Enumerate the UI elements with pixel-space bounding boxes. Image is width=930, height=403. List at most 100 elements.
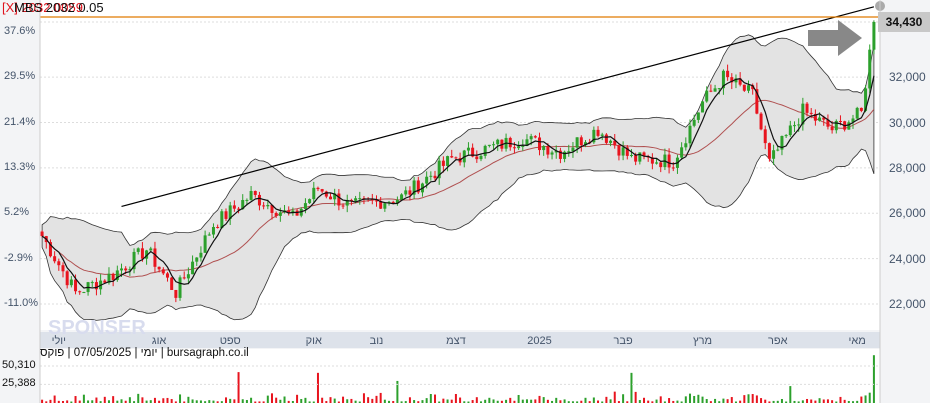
volume-bar	[701, 396, 704, 403]
volume-bar	[705, 399, 708, 403]
candle-body	[546, 146, 550, 155]
volume-bar	[170, 399, 173, 403]
volume-bar	[622, 394, 625, 403]
volume-bar	[563, 399, 566, 403]
candle-body	[153, 248, 157, 267]
candle-body	[425, 176, 429, 184]
volume-bar	[141, 397, 144, 403]
candle-body	[120, 268, 124, 271]
price-tick-label: 24,000	[889, 251, 926, 266]
volume-bar	[270, 393, 273, 403]
candle-body	[207, 234, 211, 236]
volume-bar	[860, 396, 863, 403]
volume-bar	[333, 398, 336, 403]
candle-body	[124, 268, 128, 271]
volume-bar	[408, 397, 411, 403]
volume-bar	[714, 398, 717, 403]
candle-body	[74, 279, 78, 292]
candle-body	[692, 119, 696, 126]
candle-body	[818, 117, 822, 121]
volume-bar	[872, 355, 875, 403]
volume-bar	[120, 399, 123, 403]
volume-bar	[137, 393, 140, 403]
volume-bar	[266, 395, 269, 403]
volume-bar	[659, 396, 662, 403]
candle-body	[705, 90, 709, 102]
volume-bar	[743, 395, 746, 403]
volume-bar	[693, 395, 696, 403]
volume-bar	[237, 372, 240, 403]
candle-body	[701, 101, 705, 113]
volume-bar	[229, 398, 232, 403]
volume-bar	[730, 397, 733, 403]
volume-bar	[316, 372, 319, 403]
month-label: מאי	[848, 335, 866, 347]
candle-body	[65, 271, 69, 286]
candle-body	[680, 147, 684, 158]
volume-bar	[429, 394, 432, 403]
volume-bar	[329, 397, 332, 403]
price-tick-label: 22,000	[889, 297, 926, 311]
candle-body	[759, 113, 763, 130]
volume-bar	[521, 399, 524, 403]
volume-bar	[342, 396, 345, 403]
candle-body	[579, 137, 583, 146]
volume-info: יומי | 07/05/2025 | פוקס | bursagraph.co…	[40, 347, 249, 359]
candle-body	[278, 212, 282, 216]
volume-bar	[822, 399, 825, 403]
volume-bar	[810, 399, 813, 403]
volume-bar	[179, 394, 182, 403]
candle-body	[483, 145, 487, 156]
price-tick-label: 26,000	[889, 206, 926, 221]
candle-body	[872, 22, 876, 50]
price-tick-label: 32,000	[889, 70, 926, 85]
candle-body	[174, 289, 178, 298]
volume-bar	[643, 397, 646, 403]
volume-bar	[655, 399, 658, 403]
candle-body	[329, 196, 333, 200]
volume-bar	[688, 393, 691, 403]
candle-body	[621, 147, 625, 156]
candle-body	[776, 149, 780, 151]
candle-body	[713, 88, 717, 92]
candle-body	[542, 146, 546, 151]
volume-bar	[818, 398, 821, 403]
candle-body	[834, 120, 838, 131]
volume-bar	[826, 399, 829, 403]
candle-body	[784, 135, 788, 137]
volume-bar	[375, 395, 378, 403]
candle-body	[617, 145, 621, 156]
volume-bar	[300, 399, 303, 403]
volume-bar	[492, 399, 495, 403]
candle-body	[667, 154, 671, 168]
volume-bar	[668, 398, 671, 403]
volume-bar	[592, 397, 595, 403]
candle-body	[341, 205, 345, 207]
volume-bar	[162, 398, 165, 403]
candle-body	[487, 144, 491, 146]
candle-body	[111, 273, 115, 280]
candle-body	[316, 187, 320, 190]
volume-bar	[191, 399, 194, 403]
candle-body	[479, 155, 483, 160]
candle-body	[337, 193, 341, 206]
volume-bar	[634, 391, 637, 403]
candle-body	[408, 190, 412, 195]
candle-body	[165, 273, 169, 278]
volume-bar	[112, 396, 115, 403]
candle-body	[521, 145, 525, 147]
candle-body	[191, 261, 195, 275]
candle-body	[82, 292, 86, 294]
candle-body	[567, 151, 571, 153]
candle-body	[855, 107, 859, 119]
candle-body	[441, 160, 445, 166]
percent-tick-label: -2.9%	[4, 251, 33, 264]
candle-body	[809, 112, 813, 114]
volume-bar	[346, 399, 349, 403]
candle-body	[726, 70, 730, 78]
candle-body	[90, 282, 94, 284]
month-label: פבר	[613, 335, 633, 347]
candle-body	[609, 140, 613, 143]
volume-bar	[722, 398, 725, 403]
volume-bar	[764, 399, 767, 403]
